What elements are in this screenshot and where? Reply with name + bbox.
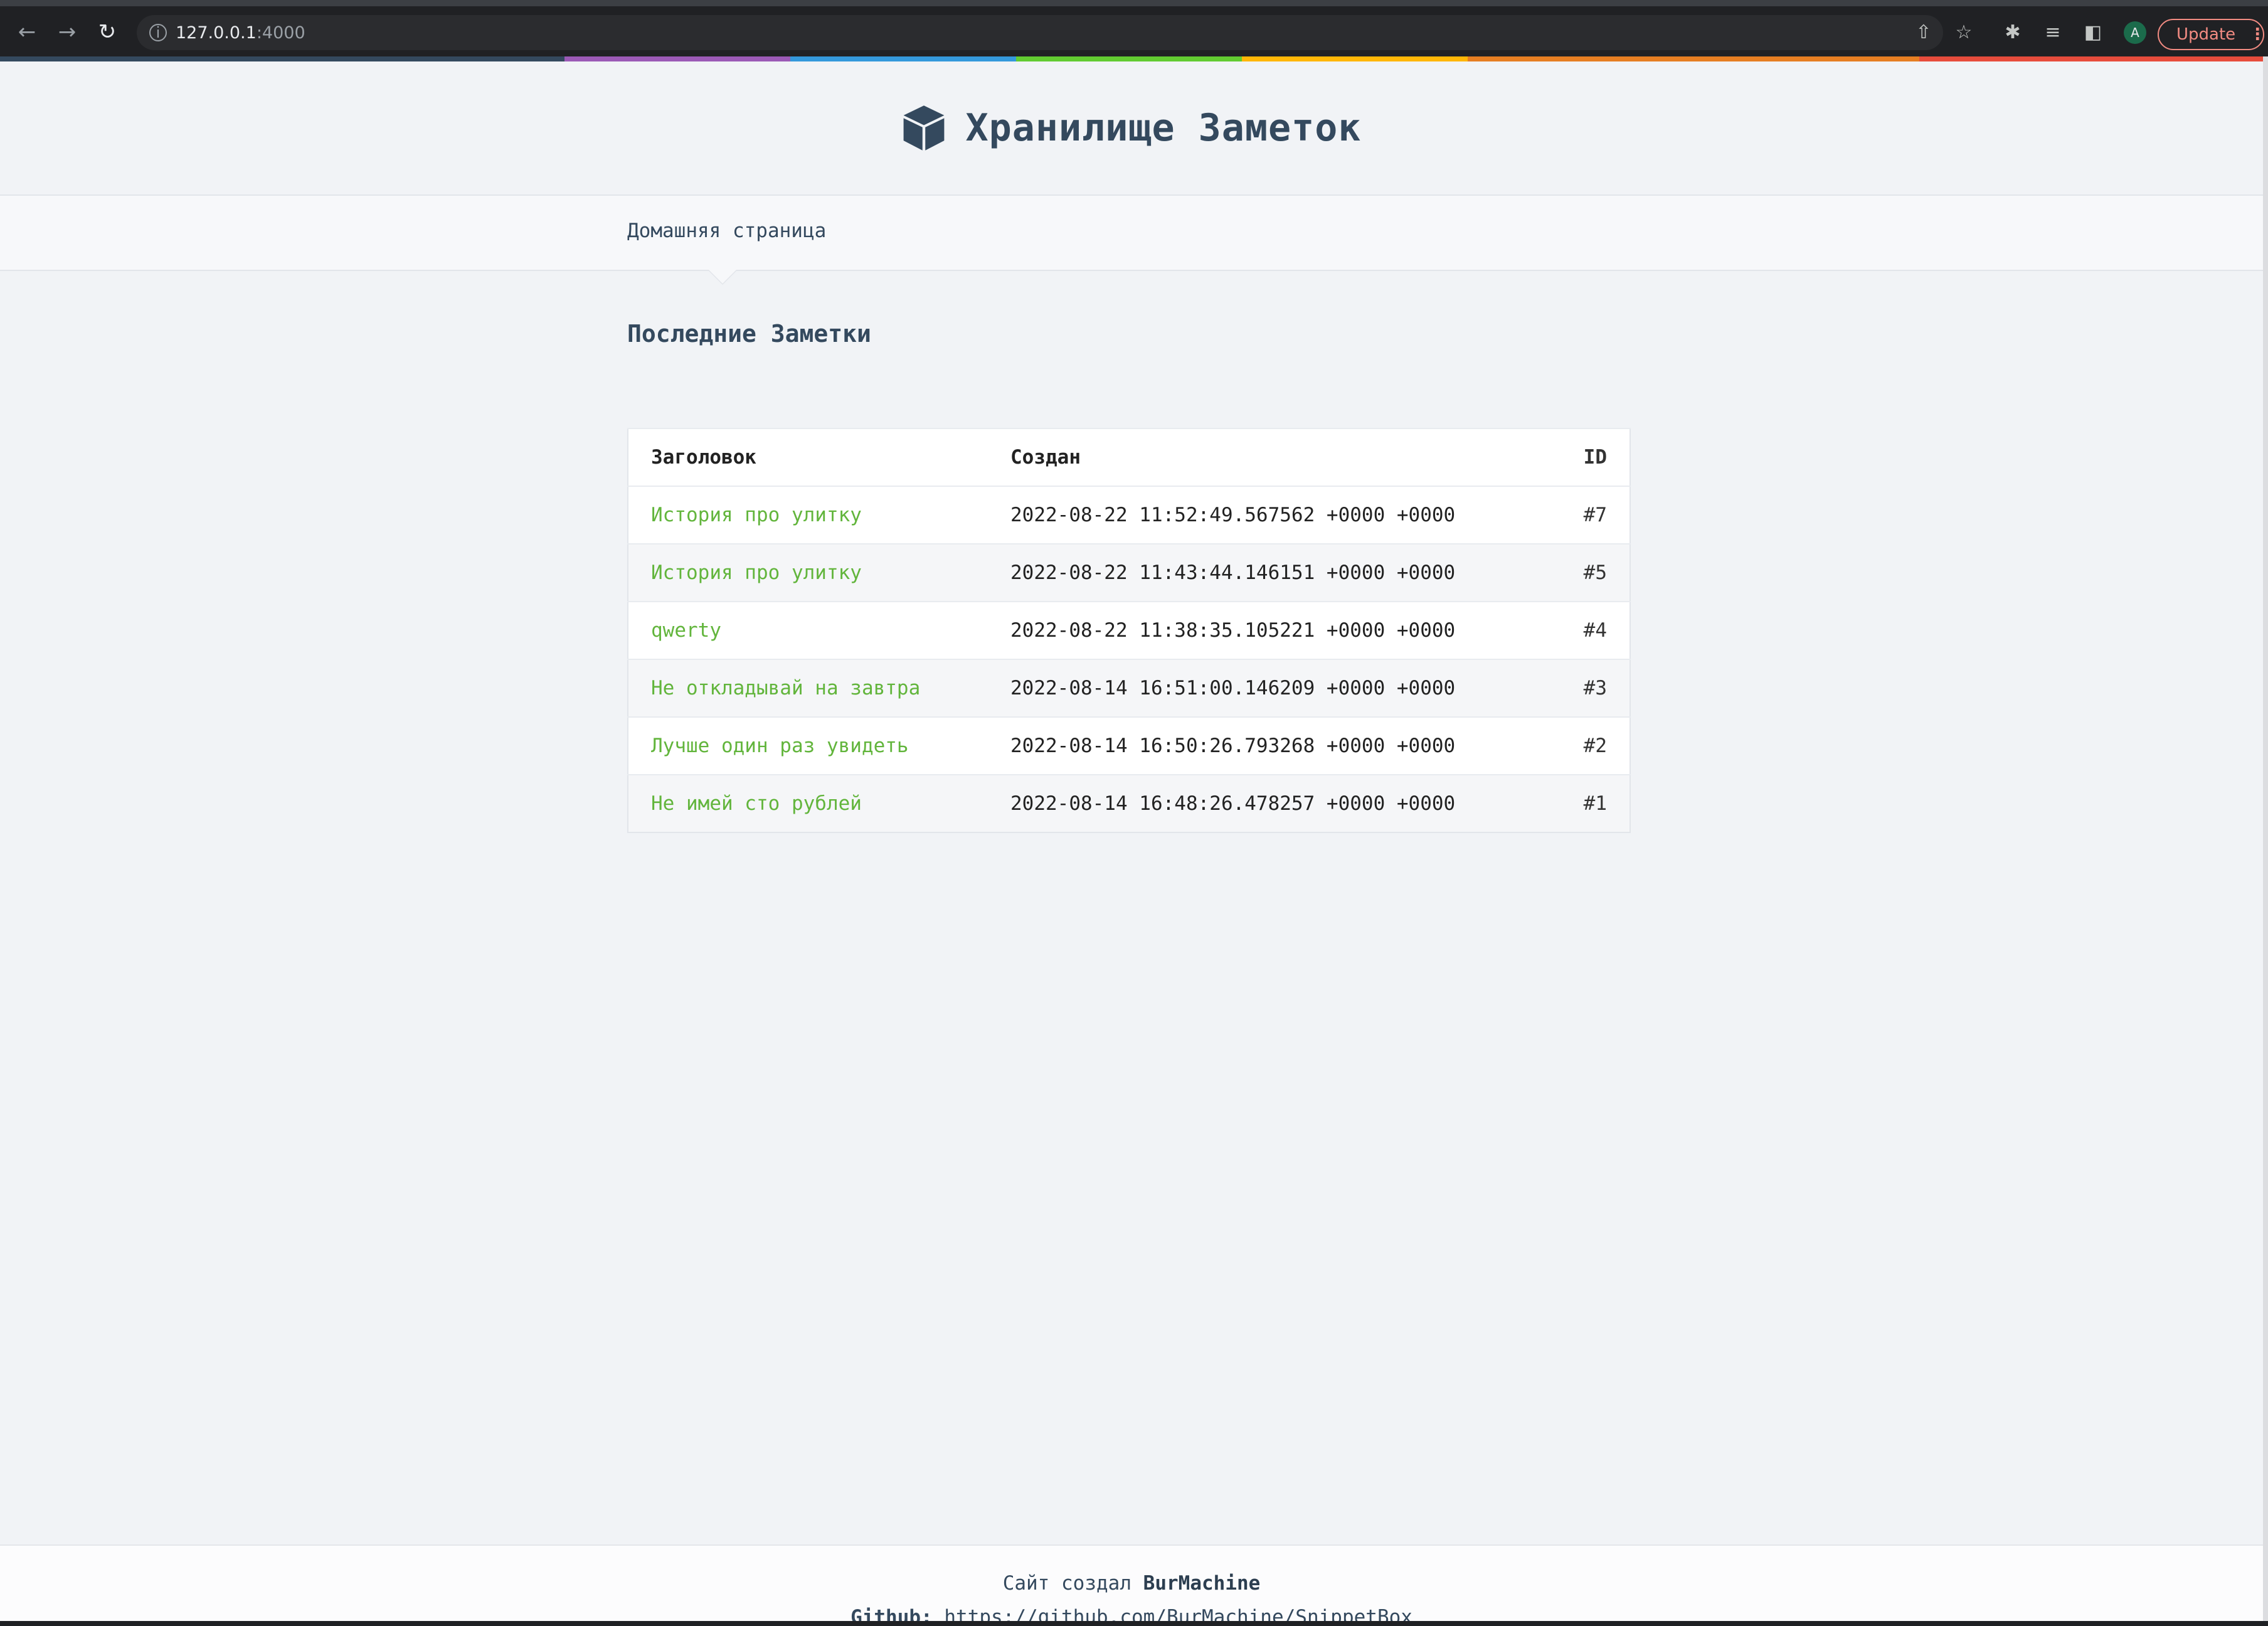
snippet-title-link[interactable]: Не откладывай на завтра: [651, 677, 920, 699]
side-panel-icon[interactable]: ◧: [2080, 19, 2106, 45]
cube-logo-icon: [904, 105, 945, 151]
site-header: Хранилище Заметок: [0, 61, 2263, 196]
update-button[interactable]: Update ⋮: [2158, 19, 2265, 50]
footer-author: BurMachine: [1143, 1572, 1261, 1595]
page-scrollbar[interactable]: [2263, 56, 2268, 1621]
rainbow-segment: [1468, 56, 1919, 61]
extensions-puzzle-icon[interactable]: ✱: [2000, 19, 2026, 45]
rainbow-segment: [0, 56, 564, 61]
page-viewport: Хранилище Заметок Домашняя страница Посл…: [0, 56, 2263, 1621]
row-title-cell: Не имей сто рублей: [628, 774, 988, 832]
back-arrow-icon[interactable]: ←: [13, 18, 41, 46]
row-created-cell: 2022-08-22 11:38:35.105221 +0000 +0000: [988, 601, 1490, 659]
nav-home-link[interactable]: Домашняя страница: [627, 220, 826, 242]
row-id-cell: #1: [1490, 774, 1630, 832]
share-icon[interactable]: ⇧: [1910, 19, 1937, 45]
row-created-cell: 2022-08-14 16:51:00.146209 +0000 +0000: [988, 659, 1490, 717]
row-title-cell: Не откладывай на завтра: [628, 659, 988, 717]
rainbow-segment: [790, 56, 1016, 61]
snippet-title-link[interactable]: История про улитку: [651, 561, 862, 584]
table-row: История про улитку 2022-08-22 11:52:49.56…: [628, 486, 1630, 544]
table-row: Не откладывай на завтра 2022-08-14 16:51:…: [628, 659, 1630, 717]
rainbow-segment: [564, 56, 790, 61]
site-footer: Сайт создал BurMachine Github: https://g…: [0, 1544, 2263, 1621]
url-host: 127.0.0.1: [176, 23, 257, 43]
snippet-title-link[interactable]: Не имей сто рублей: [651, 792, 862, 815]
snippet-title-link[interactable]: История про улитку: [651, 504, 862, 526]
site-title[interactable]: Хранилище Заметок: [965, 106, 1361, 150]
column-header-id: ID: [1490, 428, 1630, 486]
row-created-cell: 2022-08-22 11:43:44.146151 +0000 +0000: [988, 543, 1490, 602]
site-nav: Домашняя страница: [0, 196, 2263, 285]
footer-github-link[interactable]: https://github.com/BurMachine/SnippetBox: [944, 1606, 1412, 1621]
row-created-cell: 2022-08-22 11:52:49.567562 +0000 +0000: [988, 486, 1490, 544]
section-heading: Последние Заметки: [627, 320, 871, 348]
footer-github-label: Github:: [850, 1606, 933, 1621]
table-row: qwerty 2022-08-22 11:38:35.105221 +0000 +…: [628, 601, 1630, 659]
row-title-cell: История про улитку: [628, 486, 988, 544]
update-label: Update: [2176, 25, 2236, 44]
url-port: :4000: [256, 23, 305, 43]
row-title-cell: qwerty: [628, 601, 988, 659]
row-created-cell: 2022-08-14 16:48:26.478257 +0000 +0000: [988, 774, 1490, 832]
row-id-cell: #2: [1490, 716, 1630, 775]
bookmark-star-icon[interactable]: ☆: [1951, 19, 1977, 45]
footer-github: Github: https://github.com/BurMachine/Sn…: [0, 1606, 2263, 1621]
nav-active-caret: [709, 270, 736, 284]
table-row: Лучше один раз увидеть 2022-08-14 16:50:2…: [628, 716, 1630, 775]
column-header-title: Заголовок: [628, 428, 988, 486]
rainbow-segment: [1242, 56, 1468, 61]
row-id-cell: #3: [1490, 659, 1630, 717]
row-created-cell: 2022-08-14 16:50:26.793268 +0000 +0000: [988, 716, 1490, 775]
profile-avatar[interactable]: A: [2124, 21, 2146, 44]
reading-list-icon[interactable]: ≡: [2040, 19, 2066, 45]
forward-arrow-icon[interactable]: →: [53, 18, 82, 46]
main-content: Последние Заметки Заголовок Создан ID Ис…: [627, 320, 1631, 833]
row-id-cell: #5: [1490, 543, 1630, 602]
snippets-table: Заголовок Создан ID История про улитку 20…: [627, 428, 1631, 833]
snippet-title-link[interactable]: Лучше один раз увидеть: [651, 735, 909, 757]
table-row: Не имей сто рублей 2022-08-14 16:48:26.47…: [628, 774, 1630, 832]
rainbow-segment: [1016, 56, 1242, 61]
row-id-cell: #7: [1490, 486, 1630, 544]
row-title-cell: История про улитку: [628, 543, 988, 602]
reload-icon[interactable]: ↻: [93, 18, 122, 46]
column-header-created: Создан: [988, 428, 1490, 486]
menu-kebab-icon[interactable]: ⋮: [2249, 25, 2265, 44]
table-row: История про улитку 2022-08-22 11:43:44.14…: [628, 543, 1630, 602]
address-bar[interactable]: i 127.0.0.1:4000: [137, 15, 1943, 50]
row-id-cell: #4: [1490, 601, 1630, 659]
row-title-cell: Лучше один раз увидеть: [628, 716, 988, 775]
snippet-title-link[interactable]: qwerty: [651, 619, 721, 642]
browser-toolbar: ← → ↻ i 127.0.0.1:4000 ⇧ ☆ ✱ ≡ ◧ A Updat…: [0, 0, 2268, 56]
rainbow-segment: [1919, 56, 2263, 61]
footer-credit: Сайт создал BurMachine: [0, 1572, 2263, 1595]
rainbow-stripe: [0, 56, 2263, 61]
footer-credit-prefix: Сайт создал: [1002, 1572, 1131, 1595]
table-header-row: Заголовок Создан ID: [628, 428, 1630, 486]
site-info-icon[interactable]: i: [149, 24, 167, 41]
